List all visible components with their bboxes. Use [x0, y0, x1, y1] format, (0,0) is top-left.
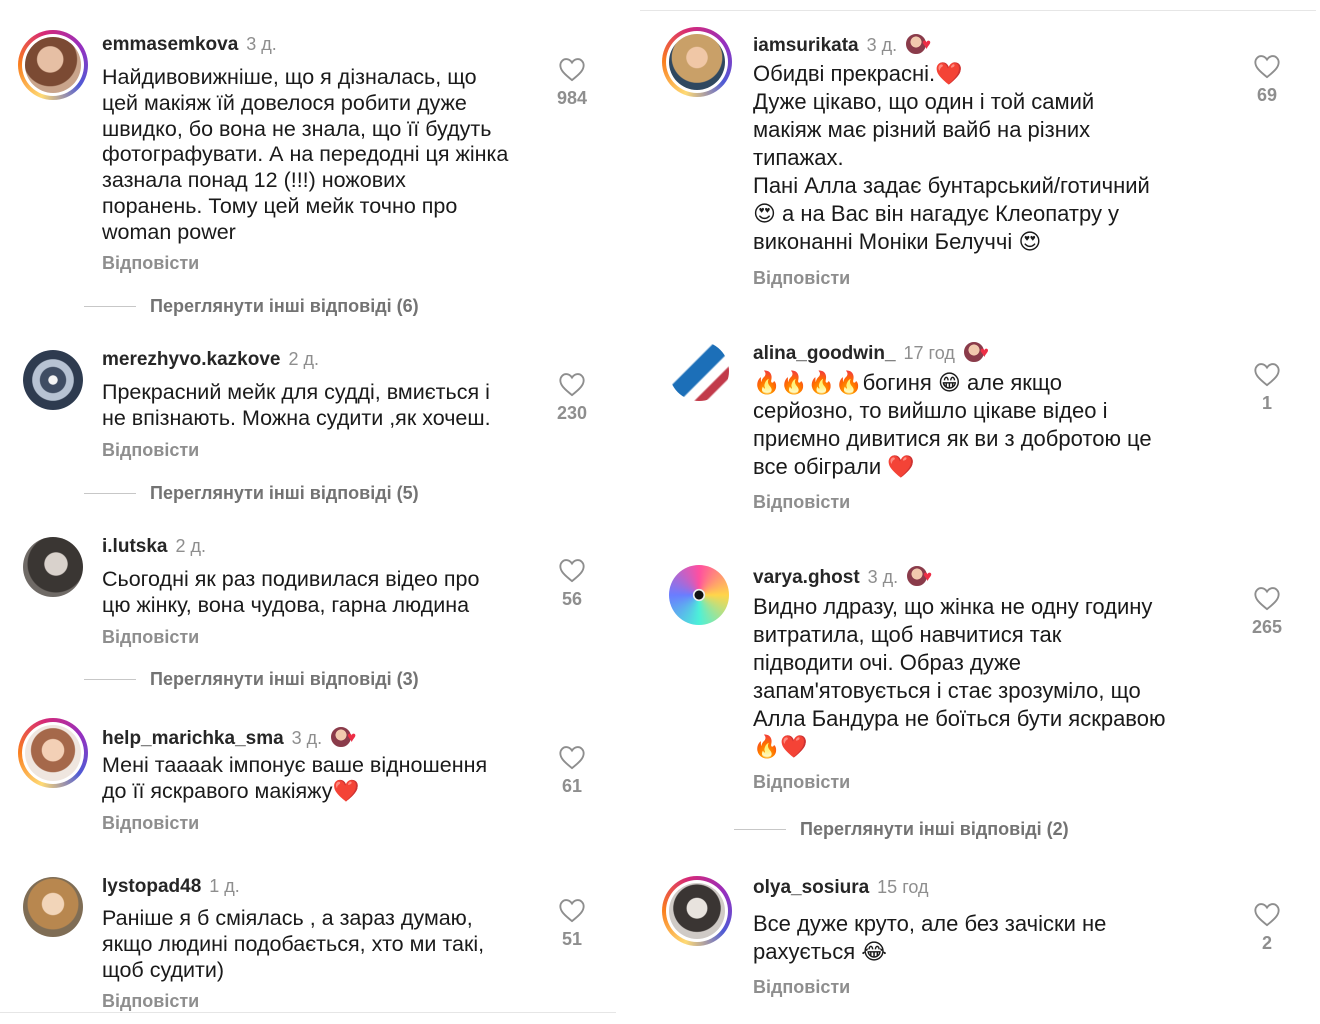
username[interactable]: emmasemkova	[102, 34, 238, 56]
reply-button[interactable]: Відповісти	[102, 627, 199, 648]
username[interactable]: varya.ghost	[753, 567, 860, 589]
view-more-replies[interactable]: Переглянути інші відповіді (2)	[734, 819, 1069, 840]
reply-button[interactable]: Відповісти	[102, 991, 199, 1012]
heart-icon	[559, 746, 585, 770]
username[interactable]: lystopad48	[102, 876, 201, 898]
creator-liked-badge: ♥	[905, 33, 931, 55]
avatar[interactable]	[18, 345, 88, 415]
heart-icon	[559, 559, 585, 583]
like-count: 61	[561, 776, 583, 796]
comment-text: Мені тааааk імпонує ваше відношення до ї…	[102, 753, 488, 803]
like-button[interactable]: 984	[542, 56, 602, 109]
heart-icon	[1254, 55, 1280, 79]
heart-icon	[1254, 903, 1280, 927]
avatar[interactable]	[18, 30, 88, 100]
creator-liked-badge: ♥	[962, 341, 989, 363]
comment-time: 3 д.	[291, 728, 323, 748]
heart-icon	[1254, 363, 1280, 387]
avatar[interactable]	[18, 532, 88, 602]
username[interactable]: i.lutska	[102, 536, 167, 558]
heart-filled-icon: ♥	[923, 567, 933, 585]
avatar[interactable]	[664, 336, 734, 406]
reply-button[interactable]: Відповісти	[753, 977, 850, 998]
like-count: 984	[556, 88, 588, 108]
avatar[interactable]	[18, 718, 88, 788]
view-more-replies-label: Переглянути інші відповіді (2)	[800, 819, 1069, 839]
heart-filled-icon: ♥	[922, 35, 932, 53]
like-button[interactable]: 265	[1237, 585, 1297, 638]
comment-text: Сьогодні як раз подивилася відео про цю …	[102, 567, 480, 617]
like-button[interactable]: 1	[1237, 361, 1297, 414]
like-count: 265	[1251, 617, 1283, 637]
avatar[interactable]	[662, 876, 732, 946]
like-count: 230	[556, 403, 588, 423]
reply-button[interactable]: Відповісти	[102, 813, 199, 834]
comment-time: 3 д.	[866, 35, 898, 55]
username[interactable]: merezhyvo.kazkove	[102, 349, 281, 371]
username[interactable]: alina_goodwin_	[753, 343, 896, 365]
comments-column-left: emmasemkova 3 д. Найдивовижніше, що я ді…	[0, 0, 620, 1024]
view-more-replies[interactable]: Переглянути інші відповіді (3)	[84, 669, 419, 690]
heart-icon	[559, 373, 585, 397]
heart-icon	[559, 899, 585, 923]
avatar[interactable]	[18, 872, 88, 942]
replies-line	[84, 306, 136, 307]
heart-icon	[1254, 587, 1280, 611]
avatar[interactable]	[664, 560, 734, 630]
heart-filled-icon: ♥	[347, 728, 357, 746]
comment-text: Найдивовижніше, що я дізналась, що цей м…	[102, 65, 509, 244]
heart-icon	[559, 58, 585, 82]
reply-button[interactable]: Відповісти	[753, 268, 850, 289]
like-count: 69	[1256, 85, 1278, 105]
reply-button[interactable]: Відповісти	[102, 253, 199, 274]
creator-liked-badge: ♥	[906, 565, 932, 587]
avatar[interactable]	[662, 27, 732, 97]
like-button[interactable]: 61	[542, 744, 602, 797]
view-more-replies-label: Переглянути інші відповіді (3)	[150, 669, 419, 689]
reply-button[interactable]: Відповісти	[102, 440, 199, 461]
creator-liked-badge: ♥	[330, 726, 356, 748]
like-count: 1	[1261, 393, 1272, 413]
comment-text: Видно лдразу, що жінка не одну годину ви…	[753, 594, 1166, 759]
view-more-replies-label: Переглянути інші відповіді (5)	[150, 483, 419, 503]
comment-time: 1 д.	[209, 876, 240, 896]
comment-time: 3 д.	[246, 34, 277, 54]
comment-time: 2 д.	[175, 536, 206, 556]
replies-line	[734, 829, 786, 830]
username[interactable]: help_marichka_sma	[102, 728, 284, 750]
replies-line	[84, 493, 136, 494]
comment-time: 17 год	[903, 343, 955, 363]
comment-time: 2 д.	[288, 349, 320, 369]
like-button[interactable]: 69	[1237, 53, 1297, 106]
comment-time: 15 год	[877, 877, 929, 897]
like-count: 51	[561, 929, 583, 949]
view-more-replies[interactable]: Переглянути інші відповіді (6)	[84, 296, 419, 317]
replies-line	[84, 679, 136, 680]
like-count: 56	[561, 589, 583, 609]
reply-button[interactable]: Відповісти	[753, 772, 850, 793]
like-button[interactable]: 56	[542, 557, 602, 610]
view-more-replies[interactable]: Переглянути інші відповіді (5)	[84, 483, 419, 504]
like-button[interactable]: 2	[1237, 901, 1297, 954]
comment-text: Прекрасний мейк для судді, вмиється і не…	[102, 380, 491, 430]
username[interactable]: olya_sosiura	[753, 877, 869, 899]
comment-text: Обидві прекрасні.❤️ Дуже цікаво, що один…	[753, 61, 1150, 254]
comments-column-right: iamsurikata 3 д. ♥ Обидві прекрасні.❤️ Д…	[640, 0, 1320, 1024]
comment-text: 🔥🔥🔥🔥богиня 😁 але якщо серйозно, то вийшл…	[753, 370, 1152, 479]
comment-text: Раніше я б сміялась , а зараз думаю, якщ…	[102, 906, 485, 982]
like-button[interactable]: 51	[542, 897, 602, 950]
reply-button[interactable]: Відповісти	[753, 492, 850, 513]
like-button[interactable]: 230	[542, 371, 602, 424]
view-more-replies-label: Переглянути інші відповіді (6)	[150, 296, 419, 316]
comment-text: Все дуже круто, але без зачіски не рахує…	[753, 911, 1107, 964]
comment-time: 3 д.	[867, 567, 899, 587]
heart-filled-icon: ♥	[979, 343, 989, 361]
username[interactable]: iamsurikata	[753, 35, 859, 57]
like-count: 2	[1261, 933, 1272, 953]
